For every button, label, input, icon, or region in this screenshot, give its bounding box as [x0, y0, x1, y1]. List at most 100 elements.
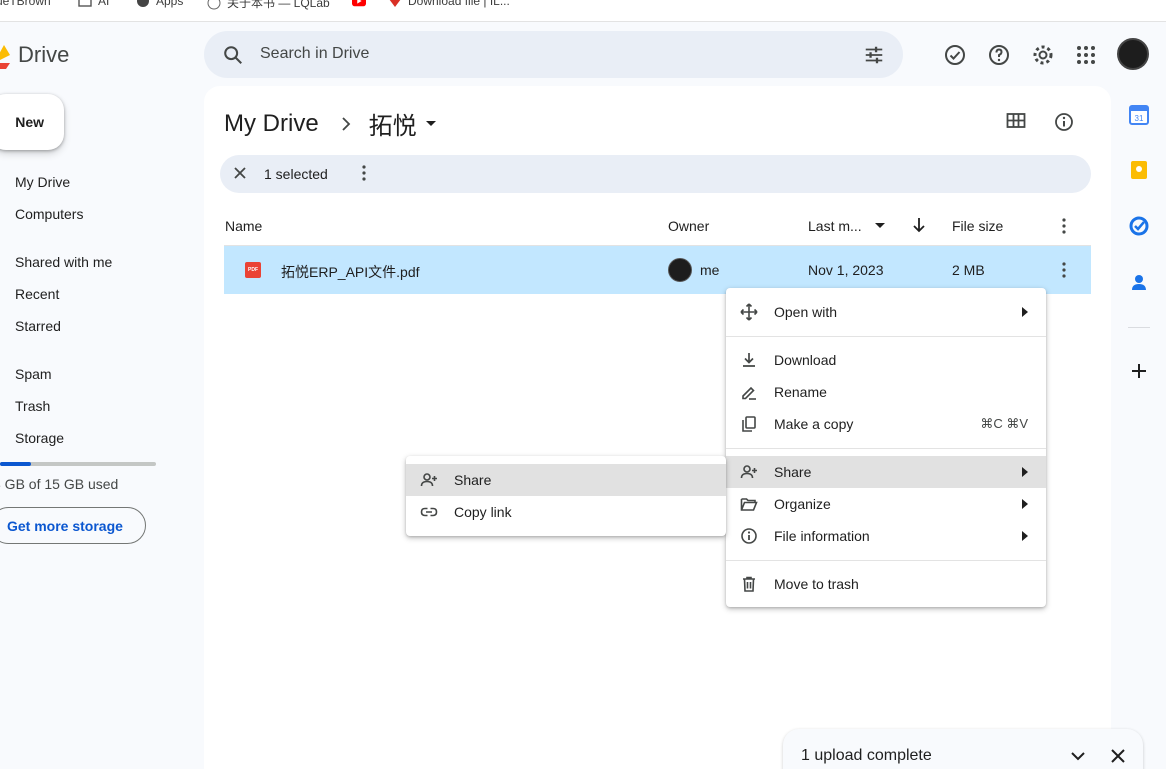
menu-item-label: Organize — [774, 496, 831, 512]
get-more-storage-label: Get more storage — [7, 517, 123, 534]
share-person-add-icon — [420, 473, 437, 487]
selection-count: 1 selected — [264, 166, 328, 182]
new-button[interactable]: New — [0, 94, 64, 150]
contacts-icon[interactable] — [1129, 272, 1149, 292]
file-type-badge: PDF — [248, 267, 258, 273]
column-header-last-modified[interactable]: Last m... — [808, 218, 862, 234]
menu-item-label: Copy link — [454, 504, 512, 520]
column-options-icon[interactable] — [1056, 217, 1072, 235]
file-last-modified: Nov 1, 2023 — [808, 262, 884, 278]
column-header-file-size[interactable]: File size — [952, 218, 1003, 234]
caret-down-icon[interactable] — [425, 120, 437, 128]
bookmark-label: Apps — [156, 0, 184, 8]
sidebar-item-my-drive[interactable]: My Drive — [15, 174, 70, 190]
menu-item-move-to-trash[interactable]: Move to trash — [726, 568, 1046, 600]
selection-bar: 1 selected — [220, 155, 1091, 193]
keep-notes-icon[interactable] — [1129, 160, 1149, 180]
bookmark-label: 关于本书 — LQLab — [227, 0, 330, 10]
search-icon[interactable] — [222, 44, 244, 66]
owner-avatar — [668, 258, 692, 282]
account-avatar[interactable] — [1117, 38, 1149, 70]
submenu-arrow-icon — [1022, 307, 1028, 317]
breadcrumb: My Drive 拓悦 — [224, 106, 437, 141]
add-addon-plus-icon[interactable] — [1129, 361, 1149, 381]
close-icon[interactable] — [232, 165, 248, 181]
menu-item-label: Open with — [774, 304, 838, 320]
folder-open-icon — [740, 498, 758, 511]
bookmark-item[interactable]: Download file | IL... — [388, 0, 510, 8]
column-header-owner[interactable]: Owner — [668, 218, 709, 234]
upload-status-text: 1 upload complete — [801, 747, 932, 764]
sidebar-item-starred[interactable]: Starred — [15, 318, 61, 334]
bookmark-label: ueTBrown — [0, 0, 51, 8]
file-name[interactable]: 拓悦ERP_API文件.pdf — [281, 262, 420, 282]
breadcrumb-root[interactable]: My Drive — [224, 110, 319, 138]
caret-down-icon[interactable] — [874, 222, 886, 230]
bookmark-item[interactable]: ueTBrown — [0, 0, 51, 8]
storage-usage-fill — [0, 462, 32, 466]
menu-item-label: Move to trash — [774, 576, 859, 592]
file-size: 2 MB — [952, 262, 985, 278]
table-row[interactable]: PDF 拓悦ERP_API文件.pdf me Nov 1, 2023 2 MB — [224, 246, 1091, 294]
drive-logo-icon — [0, 45, 10, 69]
bookmark-item[interactable]: AI — [78, 0, 109, 8]
copy-icon — [742, 416, 756, 432]
sidebar-item-computers[interactable]: Computers — [15, 206, 83, 222]
menu-item-file-information[interactable]: File information — [726, 520, 1046, 552]
menu-item-rename[interactable]: Rename — [726, 376, 1046, 408]
search-options-icon[interactable] — [863, 44, 885, 66]
menu-item-share[interactable]: Share — [726, 456, 1046, 488]
trash-icon — [743, 576, 755, 592]
submenu-item-share[interactable]: Share — [406, 464, 726, 496]
sidebar-item-storage[interactable]: Storage — [15, 430, 64, 446]
keyboard-shortcut: ⌘C ⌘V — [980, 416, 1028, 431]
info-icon[interactable] — [1054, 112, 1074, 132]
search-input[interactable]: Search in Drive — [260, 45, 369, 63]
bookmark-item[interactable] — [352, 0, 366, 8]
column-header-name[interactable]: Name — [225, 218, 262, 234]
tasks-icon[interactable] — [1129, 216, 1149, 236]
close-icon[interactable] — [1109, 747, 1127, 765]
upload-status-panel: 1 upload complete — [783, 729, 1143, 769]
menu-item-organize[interactable]: Organize — [726, 488, 1046, 520]
grid-view-icon[interactable] — [1006, 112, 1026, 130]
sidebar-item-trash[interactable]: Trash — [15, 398, 50, 414]
rail-divider — [1128, 327, 1150, 328]
folder-icon — [78, 0, 92, 7]
submenu-arrow-icon — [1022, 467, 1028, 477]
bookmark-label: AI — [98, 0, 110, 8]
submenu-item-copy-link[interactable]: Copy link — [406, 496, 726, 528]
sidebar-item-shared-with-me[interactable]: Shared with me — [15, 254, 112, 270]
file-owner: me — [700, 262, 720, 278]
search-bar[interactable]: Search in Drive — [204, 31, 903, 78]
menu-item-label: File information — [774, 528, 870, 544]
menu-item-label: Rename — [774, 384, 827, 400]
apps-globe-icon — [137, 0, 149, 7]
bookmark-item[interactable]: 关于本书 — LQLab — [207, 0, 330, 11]
lqlab-icon — [207, 0, 221, 9]
help-icon[interactable] — [987, 43, 1011, 67]
menu-item-label: Share — [774, 464, 812, 480]
download-icon — [743, 353, 755, 367]
drive-logo[interactable]: Drive — [0, 38, 69, 72]
menu-item-download[interactable]: Download — [726, 344, 1046, 376]
breadcrumb-current-folder[interactable]: 拓悦 — [369, 106, 417, 141]
settings-gear-icon[interactable] — [1031, 43, 1055, 67]
bookmark-item[interactable]: Apps — [136, 0, 183, 8]
get-more-storage-button[interactable]: Get more storage — [0, 507, 146, 544]
sidebar-item-spam[interactable]: Spam — [15, 366, 52, 382]
row-more-actions-icon[interactable] — [1056, 261, 1072, 279]
info-icon — [741, 528, 757, 544]
menu-item-open-with[interactable]: Open with — [726, 296, 1046, 328]
apps-grid-icon[interactable] — [1074, 43, 1098, 67]
calendar-icon[interactable]: 31 — [1129, 105, 1149, 125]
bookmark-label: Download file | IL... — [408, 0, 510, 8]
sort-arrow-down-icon[interactable] — [912, 217, 926, 233]
chevron-down-icon[interactable] — [1069, 747, 1087, 765]
offline-ready-icon[interactable] — [943, 43, 967, 67]
menu-divider — [726, 336, 1046, 337]
menu-item-make-a-copy[interactable]: Make a copy ⌘C ⌘V — [726, 408, 1046, 440]
more-actions-icon[interactable] — [356, 164, 372, 182]
sidebar-item-recent[interactable]: Recent — [15, 286, 59, 302]
bookmarks-bar: ueTBrown AI Apps 关于本书 — LQLab Download f… — [0, 0, 1166, 22]
